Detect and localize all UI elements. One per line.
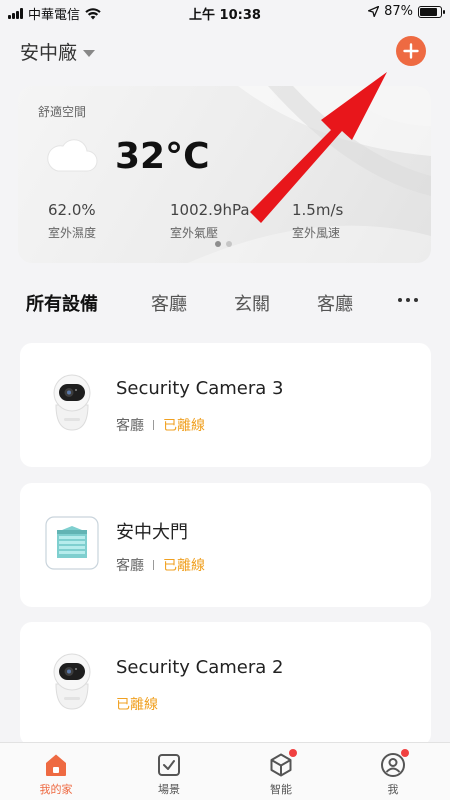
smart-cube-icon — [268, 749, 297, 778]
device-meta: 客廳 已離線 — [116, 415, 205, 435]
carousel-dot-active — [215, 241, 221, 247]
battery-level-fill — [420, 7, 438, 16]
device-card[interactable]: Security Camera 3 客廳 已離線 — [20, 343, 431, 467]
tab-all-devices[interactable]: 所有設備 — [26, 290, 98, 316]
divider — [153, 420, 154, 430]
home-selector[interactable]: 安中廠 — [20, 38, 96, 65]
device-name: Security Camera 3 — [116, 378, 284, 399]
device-meta: 客廳 已離線 — [116, 555, 205, 575]
wind-stat: 1.5m/s 室外風速 — [292, 201, 343, 241]
room-tabs: 所有設備 客廳 玄關 客廳 — [26, 290, 431, 320]
device-name: Security Camera 2 — [116, 657, 284, 678]
chevron-down-icon — [83, 49, 96, 57]
tab-me[interactable]: 我 — [353, 749, 433, 797]
cloud-icon — [47, 139, 98, 172]
tab-living-room[interactable]: 客廳 — [151, 290, 187, 316]
garage-door-icon — [45, 516, 99, 570]
pressure-value: 1002.9hPa — [170, 201, 250, 219]
tab-label: 我的家 — [39, 783, 73, 796]
add-device-button[interactable] — [396, 36, 426, 66]
app-screen: 中華電信 上午 10:38 87% 安中廠 舒適空間 32°C 62.0% 室外… — [0, 0, 450, 800]
notification-badge — [401, 749, 409, 757]
device-status: 已離線 — [163, 418, 205, 434]
device-room: 客廳 — [116, 418, 144, 434]
tab-label: 智能 — [270, 783, 292, 796]
carousel-dot — [226, 241, 232, 247]
tab-living-room-2[interactable]: 客廳 — [317, 290, 353, 316]
status-bar: 中華電信 上午 10:38 87% — [0, 0, 450, 24]
home-icon — [43, 752, 69, 778]
pressure-stat: 1002.9hPa 室外氣壓 — [170, 201, 250, 241]
more-tabs-icon[interactable] — [398, 298, 418, 302]
location-arrow-icon — [368, 6, 380, 17]
temperature-value: 32°C — [115, 136, 210, 177]
camera-icon — [53, 374, 91, 431]
device-card[interactable]: Security Camera 2 已離線 — [20, 622, 431, 746]
status-right: 87% — [368, 4, 445, 19]
tab-scenes[interactable]: 場景 — [129, 752, 209, 797]
bottom-tab-bar: 我的家 場景 智能 我 — [0, 742, 450, 800]
battery-percent: 87% — [384, 4, 413, 19]
tab-smart[interactable]: 智能 — [241, 749, 321, 797]
weather-card[interactable]: 舒適空間 32°C 62.0% 室外濕度 1002.9hPa 室外氣壓 1.5m… — [18, 86, 431, 263]
humidity-value: 62.0% — [48, 201, 96, 219]
tab-label: 場景 — [158, 783, 180, 796]
wind-label: 室外風速 — [292, 226, 341, 240]
device-status: 已離線 — [116, 697, 158, 713]
humidity-stat: 62.0% 室外濕度 — [48, 201, 96, 241]
scene-check-icon — [156, 752, 182, 778]
tab-my-home[interactable]: 我的家 — [16, 752, 96, 797]
weather-title: 舒適空間 — [38, 105, 87, 119]
divider — [153, 560, 154, 570]
device-room: 客廳 — [116, 558, 144, 574]
profile-icon — [380, 749, 409, 778]
device-meta: 已離線 — [116, 694, 158, 714]
home-name: 安中廠 — [20, 42, 78, 64]
plus-icon — [403, 43, 419, 59]
tab-label: 我 — [387, 783, 399, 796]
battery-icon — [418, 5, 445, 18]
humidity-label: 室外濕度 — [48, 226, 97, 240]
pressure-label: 室外氣壓 — [170, 226, 219, 240]
device-card[interactable]: 安中大門 客廳 已離線 — [20, 483, 431, 607]
wind-value: 1.5m/s — [292, 201, 344, 219]
device-name: 安中大門 — [116, 522, 188, 543]
carousel-dots — [215, 241, 232, 247]
camera-icon — [53, 653, 91, 710]
notification-badge — [289, 749, 297, 757]
tab-entrance[interactable]: 玄關 — [234, 290, 270, 316]
device-status: 已離線 — [163, 558, 205, 574]
